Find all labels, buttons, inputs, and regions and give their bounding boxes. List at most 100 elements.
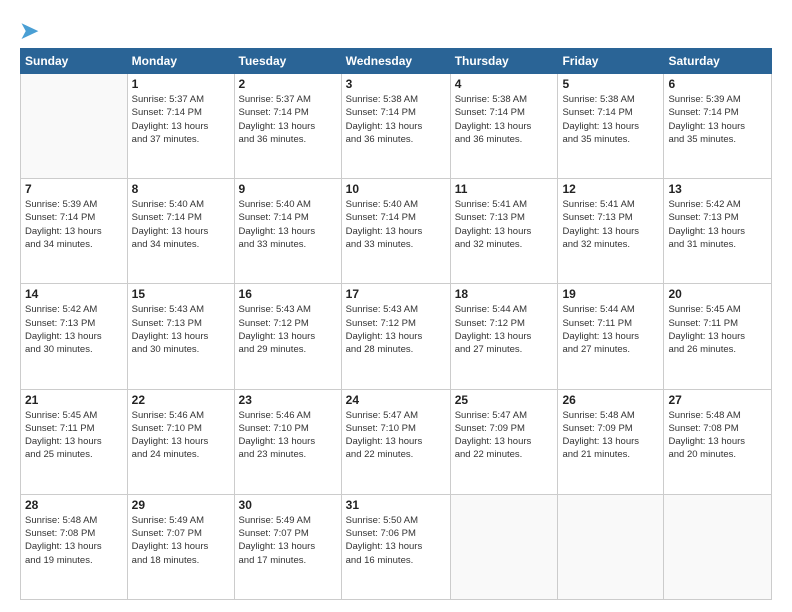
- day-number: 15: [132, 287, 230, 301]
- day-number: 28: [25, 498, 123, 512]
- calendar-cell: 13 Sunrise: 5:42 AM Sunset: 7:13 PM Dayli…: [664, 179, 772, 284]
- calendar-cell: 12 Sunrise: 5:41 AM Sunset: 7:13 PM Dayli…: [558, 179, 664, 284]
- day-info: Sunrise: 5:41 AM Sunset: 7:13 PM Dayligh…: [562, 198, 659, 251]
- day-info: Sunrise: 5:44 AM Sunset: 7:11 PM Dayligh…: [562, 303, 659, 356]
- day-number: 7: [25, 182, 123, 196]
- day-number: 25: [455, 393, 554, 407]
- day-number: 18: [455, 287, 554, 301]
- calendar-header-row: SundayMondayTuesdayWednesdayThursdayFrid…: [21, 49, 772, 74]
- day-number: 13: [668, 182, 767, 196]
- day-number: 21: [25, 393, 123, 407]
- calendar-cell: 19 Sunrise: 5:44 AM Sunset: 7:11 PM Dayli…: [558, 284, 664, 389]
- calendar-cell: 10 Sunrise: 5:40 AM Sunset: 7:14 PM Dayli…: [341, 179, 450, 284]
- day-number: 16: [239, 287, 337, 301]
- calendar-cell: 20 Sunrise: 5:45 AM Sunset: 7:11 PM Dayli…: [664, 284, 772, 389]
- day-number: 11: [455, 182, 554, 196]
- day-number: 5: [562, 77, 659, 91]
- day-number: 4: [455, 77, 554, 91]
- day-header-thursday: Thursday: [450, 49, 558, 74]
- day-info: Sunrise: 5:46 AM Sunset: 7:10 PM Dayligh…: [239, 409, 337, 462]
- calendar-cell: 14 Sunrise: 5:42 AM Sunset: 7:13 PM Dayli…: [21, 284, 128, 389]
- calendar-cell: 29Sunrise: 5:49 AM Sunset: 7:07 PM Dayli…: [127, 494, 234, 599]
- calendar-cell: 8 Sunrise: 5:40 AM Sunset: 7:14 PM Daylig…: [127, 179, 234, 284]
- day-info: Sunrise: 5:40 AM Sunset: 7:14 PM Dayligh…: [239, 198, 337, 251]
- calendar-cell: 30Sunrise: 5:49 AM Sunset: 7:07 PM Dayli…: [234, 494, 341, 599]
- day-header-monday: Monday: [127, 49, 234, 74]
- day-number: 23: [239, 393, 337, 407]
- day-header-tuesday: Tuesday: [234, 49, 341, 74]
- day-number: 1: [132, 77, 230, 91]
- day-info: Sunrise: 5:41 AM Sunset: 7:13 PM Dayligh…: [455, 198, 554, 251]
- day-number: 12: [562, 182, 659, 196]
- logo-bird-icon: ➤: [20, 18, 38, 43]
- day-header-sunday: Sunday: [21, 49, 128, 74]
- day-number: 3: [346, 77, 446, 91]
- calendar-week-2: 7 Sunrise: 5:39 AM Sunset: 7:14 PM Daylig…: [21, 179, 772, 284]
- day-info: Sunrise: 5:37 AM Sunset: 7:14 PM Dayligh…: [132, 93, 230, 146]
- calendar-cell: 6Sunrise: 5:39 AM Sunset: 7:14 PM Daylig…: [664, 74, 772, 179]
- day-info: Sunrise: 5:43 AM Sunset: 7:12 PM Dayligh…: [239, 303, 337, 356]
- calendar-cell: 4 Sunrise: 5:38 AM Sunset: 7:14 PM Daylig…: [450, 74, 558, 179]
- day-number: 29: [132, 498, 230, 512]
- day-number: 10: [346, 182, 446, 196]
- day-info: Sunrise: 5:44 AM Sunset: 7:12 PM Dayligh…: [455, 303, 554, 356]
- page: ➤ SundayMondayTuesdayWednesdayThursdayFr…: [0, 0, 792, 612]
- day-info: Sunrise: 5:50 AM Sunset: 7:06 PM Dayligh…: [346, 514, 446, 567]
- calendar-week-5: 28 Sunrise: 5:48 AM Sunset: 7:08 PM Dayli…: [21, 494, 772, 599]
- day-number: 2: [239, 77, 337, 91]
- day-header-friday: Friday: [558, 49, 664, 74]
- day-info: Sunrise: 5:49 AM Sunset: 7:07 PM Dayligh…: [239, 514, 337, 567]
- day-number: 17: [346, 287, 446, 301]
- day-number: 22: [132, 393, 230, 407]
- calendar-cell: [664, 494, 772, 599]
- calendar-cell: 11 Sunrise: 5:41 AM Sunset: 7:13 PM Dayli…: [450, 179, 558, 284]
- day-info: Sunrise: 5:48 AM Sunset: 7:09 PM Dayligh…: [562, 409, 659, 462]
- day-number: 14: [25, 287, 123, 301]
- day-info: Sunrise: 5:45 AM Sunset: 7:11 PM Dayligh…: [668, 303, 767, 356]
- day-info: Sunrise: 5:39 AM Sunset: 7:14 PM Dayligh…: [668, 93, 767, 146]
- day-info: Sunrise: 5:37 AM Sunset: 7:14 PM Dayligh…: [239, 93, 337, 146]
- day-info: Sunrise: 5:42 AM Sunset: 7:13 PM Dayligh…: [668, 198, 767, 251]
- calendar-cell: 21 Sunrise: 5:45 AM Sunset: 7:11 PM Dayli…: [21, 389, 128, 494]
- calendar-cell: 24Sunrise: 5:47 AM Sunset: 7:10 PM Dayli…: [341, 389, 450, 494]
- calendar-cell: 27Sunrise: 5:48 AM Sunset: 7:08 PM Dayli…: [664, 389, 772, 494]
- calendar-cell: 1 Sunrise: 5:37 AM Sunset: 7:14 PM Daylig…: [127, 74, 234, 179]
- day-number: 19: [562, 287, 659, 301]
- calendar-cell: 31 Sunrise: 5:50 AM Sunset: 7:06 PM Dayli…: [341, 494, 450, 599]
- day-info: Sunrise: 5:48 AM Sunset: 7:08 PM Dayligh…: [25, 514, 123, 567]
- day-info: Sunrise: 5:38 AM Sunset: 7:14 PM Dayligh…: [455, 93, 554, 146]
- logo: ➤: [20, 18, 38, 40]
- calendar-cell: [21, 74, 128, 179]
- calendar-cell: 18 Sunrise: 5:44 AM Sunset: 7:12 PM Dayli…: [450, 284, 558, 389]
- calendar-cell: 28 Sunrise: 5:48 AM Sunset: 7:08 PM Dayli…: [21, 494, 128, 599]
- calendar-cell: 3Sunrise: 5:38 AM Sunset: 7:14 PM Daylig…: [341, 74, 450, 179]
- day-info: Sunrise: 5:40 AM Sunset: 7:14 PM Dayligh…: [346, 198, 446, 251]
- day-info: Sunrise: 5:45 AM Sunset: 7:11 PM Dayligh…: [25, 409, 123, 462]
- day-info: Sunrise: 5:39 AM Sunset: 7:14 PM Dayligh…: [25, 198, 123, 251]
- day-number: 9: [239, 182, 337, 196]
- calendar-cell: 17Sunrise: 5:43 AM Sunset: 7:12 PM Dayli…: [341, 284, 450, 389]
- calendar-cell: 9 Sunrise: 5:40 AM Sunset: 7:14 PM Daylig…: [234, 179, 341, 284]
- day-number: 31: [346, 498, 446, 512]
- day-number: 26: [562, 393, 659, 407]
- day-info: Sunrise: 5:47 AM Sunset: 7:10 PM Dayligh…: [346, 409, 446, 462]
- day-info: Sunrise: 5:38 AM Sunset: 7:14 PM Dayligh…: [562, 93, 659, 146]
- calendar: SundayMondayTuesdayWednesdayThursdayFrid…: [20, 48, 772, 600]
- calendar-week-4: 21 Sunrise: 5:45 AM Sunset: 7:11 PM Dayli…: [21, 389, 772, 494]
- day-info: Sunrise: 5:47 AM Sunset: 7:09 PM Dayligh…: [455, 409, 554, 462]
- calendar-week-3: 14 Sunrise: 5:42 AM Sunset: 7:13 PM Dayli…: [21, 284, 772, 389]
- calendar-cell: 15Sunrise: 5:43 AM Sunset: 7:13 PM Dayli…: [127, 284, 234, 389]
- calendar-cell: [450, 494, 558, 599]
- day-header-saturday: Saturday: [664, 49, 772, 74]
- day-info: Sunrise: 5:42 AM Sunset: 7:13 PM Dayligh…: [25, 303, 123, 356]
- day-info: Sunrise: 5:40 AM Sunset: 7:14 PM Dayligh…: [132, 198, 230, 251]
- day-number: 20: [668, 287, 767, 301]
- day-header-wednesday: Wednesday: [341, 49, 450, 74]
- day-number: 8: [132, 182, 230, 196]
- calendar-cell: 2 Sunrise: 5:37 AM Sunset: 7:14 PM Daylig…: [234, 74, 341, 179]
- day-info: Sunrise: 5:48 AM Sunset: 7:08 PM Dayligh…: [668, 409, 767, 462]
- calendar-cell: 25 Sunrise: 5:47 AM Sunset: 7:09 PM Dayli…: [450, 389, 558, 494]
- calendar-cell: 26 Sunrise: 5:48 AM Sunset: 7:09 PM Dayli…: [558, 389, 664, 494]
- calendar-cell: 7 Sunrise: 5:39 AM Sunset: 7:14 PM Daylig…: [21, 179, 128, 284]
- day-info: Sunrise: 5:46 AM Sunset: 7:10 PM Dayligh…: [132, 409, 230, 462]
